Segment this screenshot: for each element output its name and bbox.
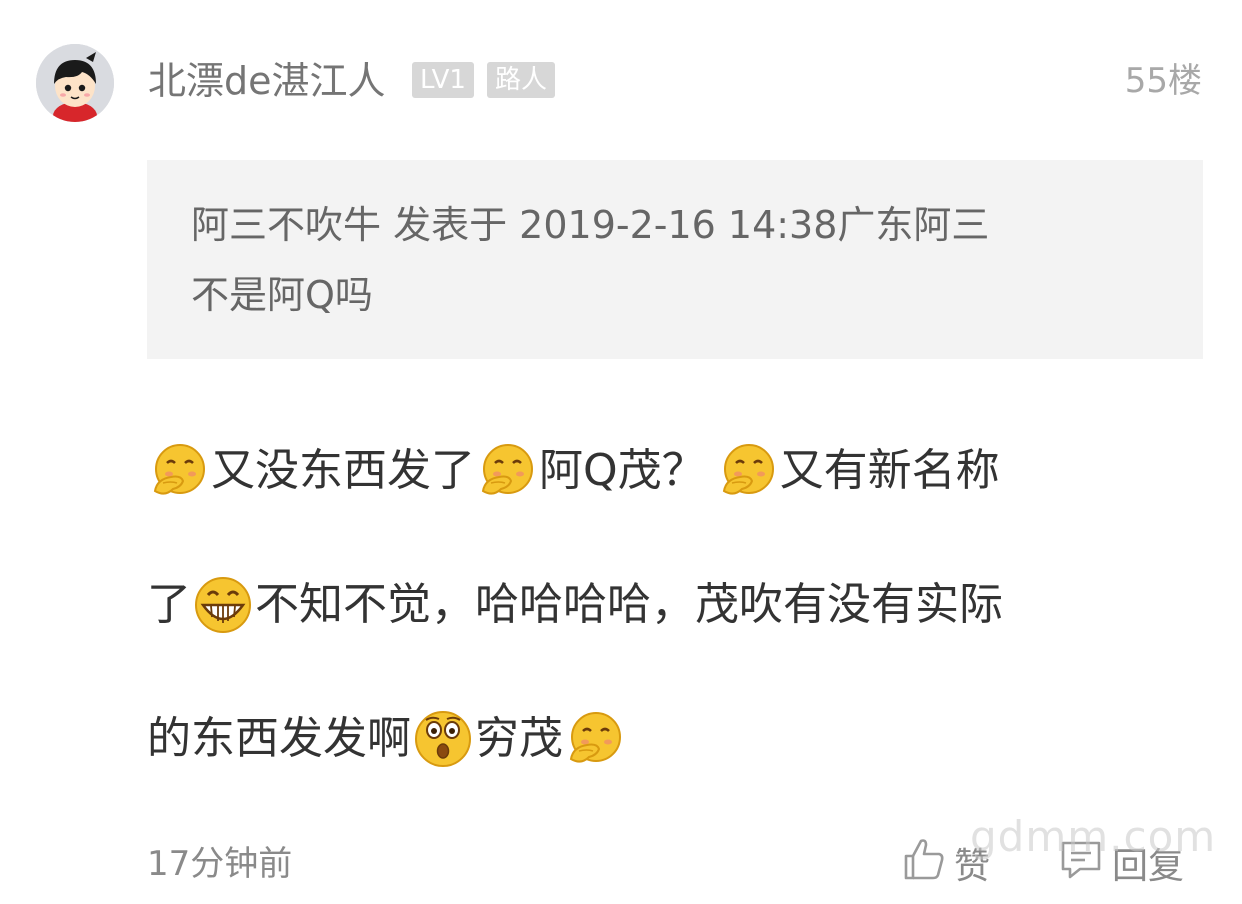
shy-laugh-emoji xyxy=(475,439,539,503)
level-badge: LV1 xyxy=(412,62,474,98)
avatar[interactable] xyxy=(36,44,114,122)
site-watermark: gdmm.com xyxy=(970,812,1217,861)
shy-laugh-emoji xyxy=(563,707,627,771)
thumbs-up-icon xyxy=(902,836,946,891)
shy-laugh-emoji xyxy=(716,439,780,503)
reply-text-3b: 穷茂 xyxy=(475,713,563,764)
username[interactable]: 北漂de湛江人 xyxy=(148,57,386,105)
reply-text-2b: 不知不觉，哈哈哈哈，茂吹有没有实际 xyxy=(255,579,1003,630)
reply-line-1: 又没东西发了 阿Q茂？ 又有新名称 xyxy=(147,436,1000,506)
surprised-emoji xyxy=(411,707,475,771)
shy-laugh-emoji xyxy=(147,439,211,503)
reply-text-1a: 又没东西发了 xyxy=(211,445,475,496)
reply-text-1c: 又有新名称 xyxy=(779,445,1000,496)
reply-line-2: 了 不知不觉，哈哈哈哈，茂吹有没有实际 xyxy=(147,570,1003,640)
floor-number: 55楼 xyxy=(1124,61,1202,101)
reply-text-3a: 的东西发发啊 xyxy=(147,713,411,764)
reply-line-3: 的东西发发啊 穷茂 xyxy=(147,704,627,774)
quote-line-2: 不是阿Q吗 xyxy=(191,273,373,317)
quoted-post[interactable]: 阿三不吹牛 发表于 2019-2-16 14:38广东阿三 不是阿Q吗 xyxy=(147,160,1203,359)
quote-line-1: 阿三不吹牛 发表于 2019-2-16 14:38广东阿三 xyxy=(191,203,990,247)
grin-emoji xyxy=(191,573,255,637)
rank-badge: 路人 xyxy=(487,62,556,98)
reply-text-2a: 了 xyxy=(147,579,191,630)
reply-text-1b: 阿Q茂？ xyxy=(539,445,706,496)
post-time: 17分钟前 xyxy=(147,844,293,884)
